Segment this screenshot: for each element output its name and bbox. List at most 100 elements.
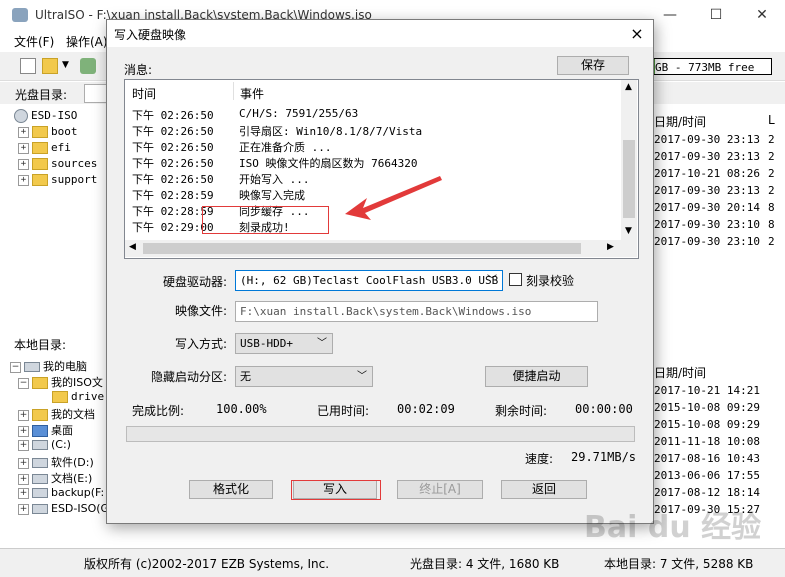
tree-item-efi[interactable]: + efi (18, 141, 71, 157)
dialog-close-button[interactable]: × (621, 20, 653, 47)
list-item[interactable]: 2011-11-18 10:08 (654, 435, 760, 448)
list-item[interactable]: 2017-09-30 23:10 8 (654, 218, 775, 231)
image-file-label: 映像文件: (175, 304, 228, 318)
local-tree: − 我的电脑 − 我的ISO文 driver + 我的文档 + 桌面 + (C:) + 软件… (10, 356, 111, 546)
write-mode-label: 写入方式: (175, 337, 228, 351)
column-header-l[interactable]: L (768, 113, 775, 127)
expand-icon[interactable]: + (18, 126, 29, 138)
list-item[interactable]: 2015-10-08 09:29 (654, 401, 760, 414)
tree-item-support[interactable]: + support (18, 173, 97, 189)
new-icon[interactable] (20, 58, 36, 74)
folder-icon (32, 174, 48, 186)
expand-icon[interactable]: + (18, 158, 29, 170)
list-item[interactable]: 2017-10-21 14:21 (654, 384, 760, 397)
dialog-titlebar: 写入硬盘映像 × (107, 20, 653, 47)
list-item[interactable]: 2017-08-16 10:43 (654, 452, 760, 465)
scroll-left-icon[interactable]: ◀ (129, 242, 136, 252)
menu-file[interactable]: 文件(F) (14, 33, 54, 50)
stop-button[interactable]: 终止[A] (397, 480, 483, 499)
annotation-highlight-box (291, 480, 381, 500)
list-item[interactable]: 2015-10-08 09:29 (654, 418, 760, 431)
scroll-thumb[interactable] (143, 243, 581, 254)
verify-label: 刻录校验 (526, 274, 575, 288)
disc-icon (14, 109, 28, 123)
annotation-highlight-box (202, 206, 329, 234)
log-vertical-scrollbar[interactable]: ▲ ▼ (621, 80, 637, 240)
folder-icon (32, 158, 48, 170)
status-copyright: 版权所有 (c)2002-2017 EZB Systems, Inc. (84, 557, 330, 571)
log-header-separator (233, 82, 234, 100)
write-disk-image-dialog: 写入硬盘映像 × 消息: 保存 时间 事件 下午 02:26:50 C/H/S: … (106, 19, 654, 524)
annotation-arrow-icon (345, 176, 442, 220)
progress-bar (126, 426, 635, 442)
log-horizontal-scrollbar[interactable]: ◀ ▶ (125, 240, 637, 257)
scroll-thumb[interactable] (623, 140, 635, 218)
tree-item-boot[interactable]: + boot (18, 125, 78, 141)
tree-item-sources[interactable]: + sources (18, 157, 97, 173)
save-button[interactable]: 保存 (557, 56, 629, 75)
tree-item-drive-e[interactable]: + 文档(E:) (18, 470, 92, 486)
close-button[interactable]: ✕ (739, 0, 785, 30)
tree-item-drive-d[interactable]: + 软件(D:) (18, 454, 94, 470)
list-item[interactable]: 2017-09-30 23:13 2 (654, 184, 775, 197)
scroll-up-icon[interactable]: ▲ (625, 82, 632, 92)
tree-item-my-computer[interactable]: − 我的电脑 (10, 358, 87, 374)
list-item[interactable]: 2017-10-21 08:26 2 (654, 167, 775, 180)
tree-item-drive-g[interactable]: + ESD-ISO(G (18, 502, 109, 518)
quick-boot-button[interactable]: 便捷启动 (485, 366, 588, 387)
list-item[interactable]: 2013-06-06 17:55 (654, 469, 760, 482)
local-dir-row: 本地目录: (0, 332, 110, 354)
chevron-down-icon: ﹀ (487, 275, 497, 286)
elapsed-label: 已用时间: (317, 404, 370, 418)
back-button[interactable]: 返回 (501, 480, 587, 499)
hidden-partition-select[interactable]: 无 ﹀ (235, 366, 373, 387)
extract-icon[interactable] (80, 58, 96, 74)
status-local-dir: 本地目录: 7 文件, 5288 KB (604, 557, 754, 571)
format-button[interactable]: 格式化 (189, 480, 273, 499)
scroll-down-icon[interactable]: ▼ (625, 226, 632, 236)
menu-action[interactable]: 操作(A) (66, 33, 108, 50)
elapsed-value: 00:02:09 (397, 402, 455, 416)
progress-bar-fill (127, 427, 634, 441)
log-header-time[interactable]: 时间 (132, 85, 156, 102)
tree-item-driver[interactable]: driver (52, 390, 111, 406)
tree-item-drive-c[interactable]: + (C:) (18, 438, 71, 454)
local-dir-label: 本地目录: (14, 338, 67, 352)
statusbar: 版权所有 (c)2002-2017 EZB Systems, Inc. 光盘目录… (0, 548, 785, 577)
verify-checkbox[interactable] (509, 273, 522, 286)
list-item[interactable]: 2017-09-30 23:13 2 (654, 133, 775, 146)
write-mode-select[interactable]: USB-HDD+ ﹀ (235, 333, 333, 354)
column-header-date[interactable]: 日期/时间 (654, 113, 706, 130)
tree-item-drive-f[interactable]: + backup(F: (18, 486, 104, 502)
tree-item-desktop[interactable]: + 桌面 (18, 422, 73, 438)
chevron-down-icon[interactable]: ▼ (62, 60, 69, 70)
open-icon[interactable] (42, 58, 58, 74)
free-space-text: GB - 773MB free (655, 61, 755, 74)
scroll-right-icon[interactable]: ▶ (607, 242, 614, 252)
tree-item-esd-iso[interactable]: ESD-ISO (14, 109, 77, 125)
progress-label: 完成比例: (132, 404, 185, 418)
log-header-event[interactable]: 事件 (240, 85, 264, 102)
remaining-value: 00:00:00 (575, 402, 633, 416)
maximize-button[interactable]: ☐ (693, 0, 739, 30)
column-header-date[interactable]: 日期/时间 (654, 364, 706, 381)
folder-icon (32, 126, 48, 138)
drive-label: 硬盘驱动器: (163, 275, 228, 289)
remaining-label: 剩余时间: (495, 404, 548, 418)
list-item[interactable]: 2017-09-30 23:13 2 (654, 150, 775, 163)
tree-item-my-documents[interactable]: + 我的文档 (18, 406, 95, 422)
list-item[interactable]: 2017-09-30 23:10 2 (654, 235, 775, 248)
drive-select[interactable]: (H:, 62 GB)Teclast CoolFlash USB3.0 USB ﹀ (235, 270, 503, 291)
list-item[interactable]: 2017-09-30 20:14 8 (654, 201, 775, 214)
tree-item-my-iso[interactable]: − 我的ISO文 (18, 374, 103, 390)
image-file-field[interactable]: F:\xuan install.Back\system.Back\Windows… (235, 301, 598, 322)
speed-label: 速度: (525, 452, 554, 466)
list-item[interactable]: 2017-08-12 18:14 (654, 486, 760, 499)
expand-icon[interactable]: + (18, 174, 29, 186)
expand-icon[interactable]: + (18, 142, 29, 154)
speed-value: 29.71MB/s (571, 450, 637, 464)
hidden-partition-label: 隐藏启动分区: (151, 370, 228, 384)
iso-dir-label: 光盘目录: (15, 88, 68, 102)
folder-icon (32, 142, 48, 154)
iso-file-list: 日期/时间 L 2017-09-30 23:13 2 2017-09-30 23:… (648, 105, 785, 325)
